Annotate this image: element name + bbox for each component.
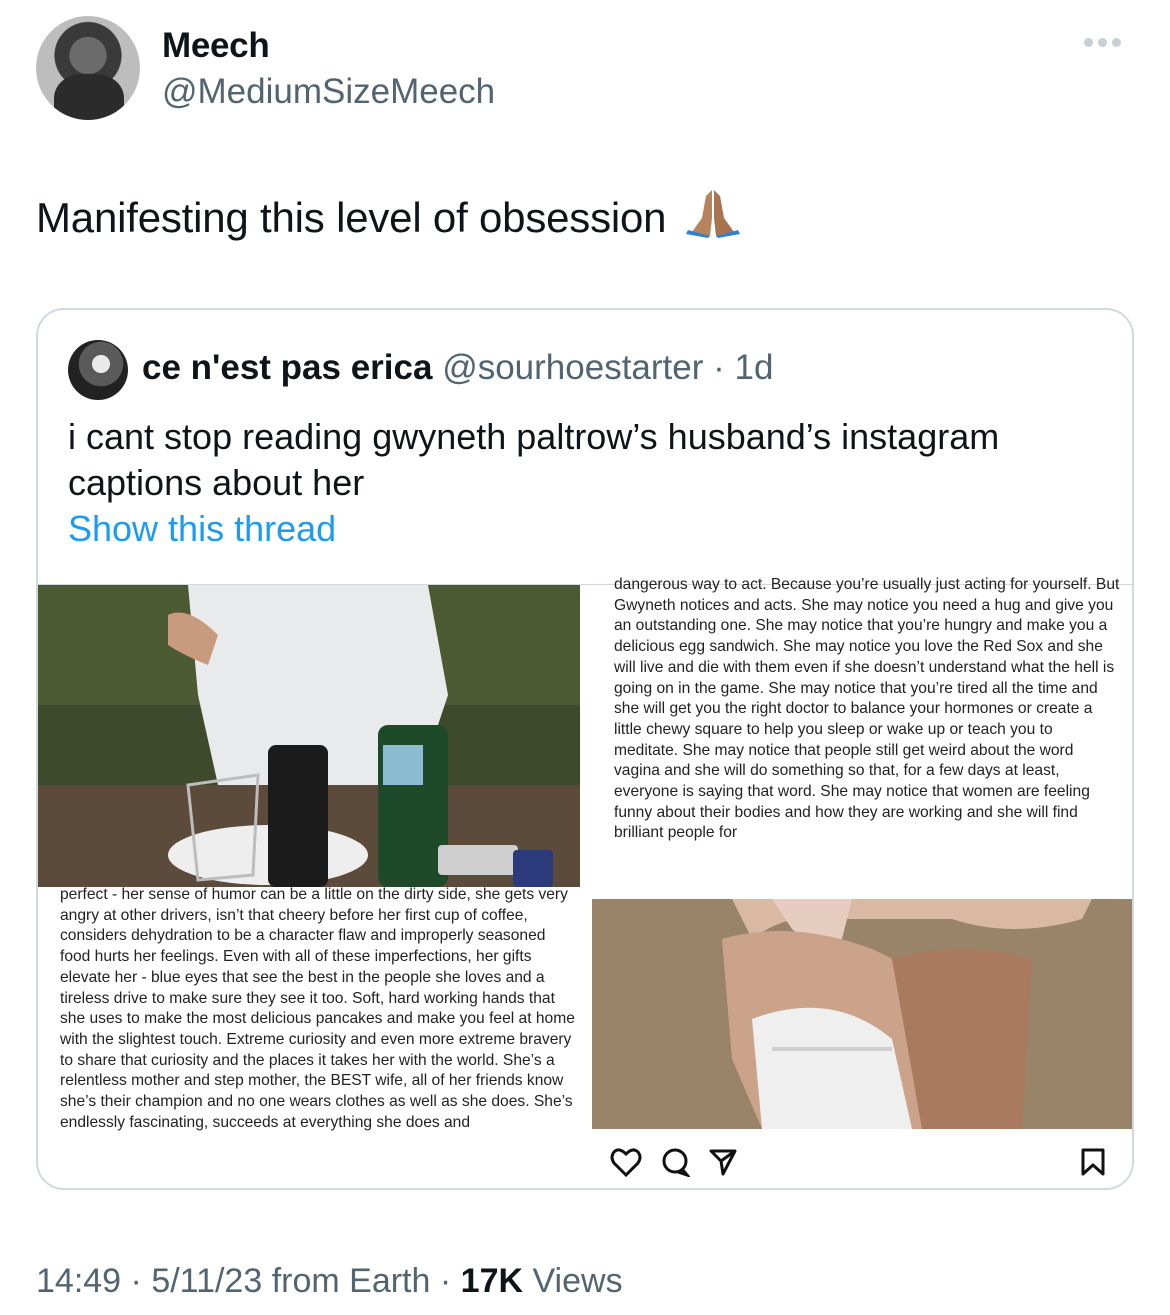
tweet-text-body: Manifesting this level of obsession bbox=[36, 194, 667, 241]
photo-dinner-table bbox=[38, 585, 580, 887]
quoted-author-name[interactable]: ce n'est pas erica bbox=[142, 348, 432, 387]
folded-hands-icon bbox=[685, 190, 740, 238]
show-thread-link[interactable]: Show this thread bbox=[68, 508, 336, 550]
tweet-time[interactable]: 14:49 bbox=[36, 1262, 121, 1300]
caption-right: dangerous way to act. Because you’re usu… bbox=[614, 576, 1120, 842]
bookmark-icon[interactable] bbox=[1080, 1147, 1106, 1182]
quoted-tweet-card[interactable]: ce n'est pas erica @sourhoestarter · 1d … bbox=[36, 308, 1134, 1190]
tweet-date[interactable]: 5/11/23 bbox=[151, 1262, 262, 1300]
tweet-source: from Earth bbox=[271, 1262, 431, 1300]
quoted-meta-separator: · bbox=[713, 348, 725, 387]
caption-left: perfect - her sense of humor can be a li… bbox=[60, 886, 575, 1131]
views-count[interactable]: 17K bbox=[461, 1262, 523, 1300]
quoted-tweet-text: i cant stop reading gwyneth paltrow’s hu… bbox=[68, 416, 1000, 503]
views-label: Views bbox=[532, 1262, 623, 1300]
quoted-tweet-header: ce n'est pas erica @sourhoestarter · 1d bbox=[142, 348, 773, 388]
footer-dot-2: · bbox=[439, 1262, 452, 1300]
tweet-text: Manifesting this level of obsession bbox=[36, 188, 742, 242]
author-avatar[interactable] bbox=[36, 16, 140, 120]
media-collage[interactable]: dangerous way to act. Because you’re usu… bbox=[38, 576, 1132, 1188]
share-icon[interactable] bbox=[708, 1147, 738, 1182]
author-display-name[interactable]: Meech bbox=[162, 26, 270, 66]
quoted-author-handle[interactable]: @sourhoestarter bbox=[442, 348, 703, 387]
photo-beach bbox=[592, 899, 1132, 1129]
instagram-actions bbox=[610, 1147, 738, 1182]
footer-dot-1: · bbox=[130, 1262, 142, 1300]
author-handle[interactable]: @MediumSizeMeech bbox=[162, 72, 495, 112]
quoted-author-avatar[interactable] bbox=[68, 340, 128, 400]
tweet-footer: 14:49 · 5/11/23 from Earth · 17K Views bbox=[36, 1262, 623, 1301]
quoted-tweet-age[interactable]: 1d bbox=[735, 348, 774, 387]
more-options-icon[interactable] bbox=[1084, 38, 1121, 47]
heart-icon[interactable] bbox=[610, 1147, 642, 1182]
comment-icon[interactable] bbox=[660, 1147, 692, 1182]
